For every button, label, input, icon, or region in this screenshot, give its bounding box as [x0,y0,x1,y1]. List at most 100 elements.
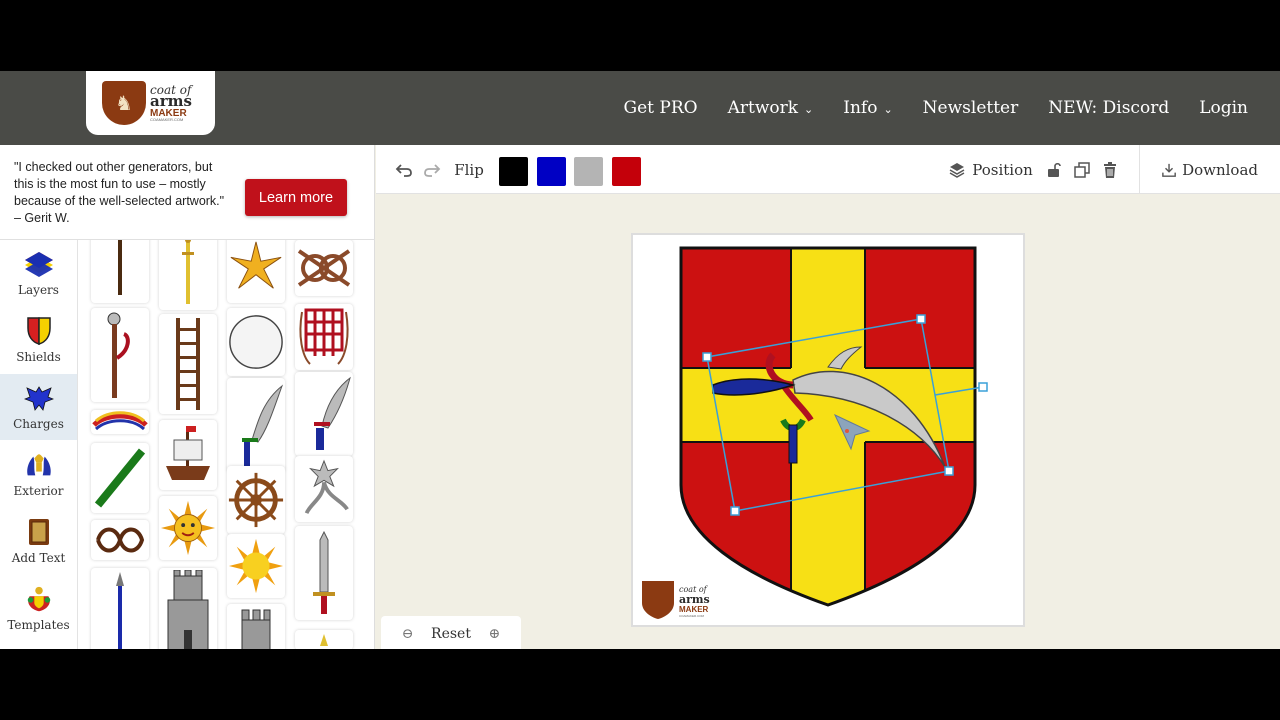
book-icon [24,517,54,547]
nav-discord[interactable]: NEW: Discord [1048,98,1169,118]
sidebar-label: Templates [7,618,70,632]
zoom-out-icon[interactable]: ⊖ [402,626,414,642]
main-nav: Get PRO Artwork ⌄ Info ⌄ Newsletter NEW: D… [624,71,1248,145]
nav-label: Artwork [727,98,799,118]
charge-staff[interactable] [91,240,149,303]
charge-sun-face[interactable] [159,496,217,560]
trash-icon [1104,161,1116,178]
charge-roundel-white[interactable] [227,308,285,376]
nav-get-pro[interactable]: Get PRO [624,98,698,118]
sidebar-label: Add Text [11,551,66,565]
redo-icon [424,163,441,177]
mantling-icon [24,450,54,480]
charge-partial[interactable] [295,630,353,649]
charge-tower[interactable] [159,568,217,649]
testimonial-box: "I checked out other generators, but thi… [0,145,375,240]
layers-icon [24,249,54,279]
color-swatch-silver[interactable] [574,157,603,186]
logo-line-4: COAMAKER.COM [150,116,184,122]
resize-handle[interactable] [702,352,712,362]
position-button[interactable]: Position [949,145,1033,194]
flip-label: Flip [454,160,484,179]
zoom-controls: ⊖ Reset ⊕ [381,616,521,649]
nav-login[interactable]: Login [1199,98,1248,118]
sidebar-label: Layers [18,283,59,297]
charge-spear[interactable] [91,568,149,649]
nav-label: Info [843,98,878,118]
download-button[interactable]: Download [1162,145,1258,194]
tool-sidebar: Layers Shields Charges Exterior Add Text… [0,240,78,649]
delete-button[interactable] [1099,145,1121,194]
chevron-down-icon: ⌄ [804,102,814,116]
undo-icon [395,163,412,177]
crest-icon [24,584,54,614]
charge-scimitar-1[interactable] [227,378,285,472]
learn-more-button[interactable]: Learn more [245,179,347,216]
site-header: ♞ coat of arms MAKER COAMAKER.COM Get PR… [0,71,1280,145]
sidebar-item-shields[interactable]: Shields [0,307,77,373]
duplicate-icon [1074,161,1090,178]
rotate-handle[interactable] [978,382,988,392]
resize-handle[interactable] [916,314,926,324]
charge-portcullis[interactable] [295,304,353,370]
chevron-down-icon: ⌄ [883,102,893,116]
testimonial-quote: "I checked out other generators, but thi… [14,160,225,225]
unlock-button[interactable] [1043,145,1065,194]
nav-newsletter[interactable]: Newsletter [923,98,1019,118]
charge-tower-small[interactable] [227,604,285,649]
charge-spur[interactable] [295,456,353,522]
app-window: ♞ coat of arms MAKER COAMAKER.COM Get PR… [0,71,1280,649]
nav-label: NEW: Discord [1048,98,1170,118]
charge-wheel[interactable] [227,466,285,534]
color-swatch-red[interactable] [612,157,641,186]
sidebar-item-layers[interactable]: Layers [0,240,77,306]
resize-handle[interactable] [730,506,740,516]
left-panel: "I checked out other generators, but thi… [0,145,375,649]
coat-of-arms-preview: coat of arms MAKER COAMAKER.COM [642,246,988,619]
charge-crozier[interactable] [91,308,149,402]
layers-stack-icon [949,162,965,178]
logo-line-2: arms [150,92,192,111]
sidebar-item-add-text[interactable]: Add Text [0,508,77,574]
watermark-line-3: MAKER [679,605,709,614]
charge-sword-gold[interactable] [159,240,217,310]
undo-button[interactable] [390,145,418,194]
charges-gallery [85,240,370,649]
charge-ladder[interactable] [159,314,217,414]
letterbox-top [0,0,1280,71]
duplicate-button[interactable] [1071,145,1093,194]
charge-scroll[interactable] [91,410,149,434]
sidebar-label: Exterior [13,484,64,498]
charge-knot[interactable] [91,520,149,560]
nav-label: Login [1199,98,1248,118]
sidebar-label: Shields [16,350,61,364]
flip-button[interactable]: Flip [452,145,486,194]
zoom-in-icon[interactable]: ⊕ [488,626,500,642]
download-label: Download [1182,160,1258,179]
position-label: Position [972,160,1033,179]
download-icon [1162,163,1176,177]
charge-bend[interactable] [91,443,149,513]
nav-artwork[interactable]: Artwork ⌄ [728,98,814,118]
sidebar-item-charges[interactable]: Charges [0,374,77,440]
reset-button[interactable]: Reset [431,626,471,642]
charge-knot-brown[interactable] [295,240,353,296]
logo-text: coat of arms MAKER COAMAKER.COM [150,84,192,122]
resize-handle[interactable] [944,466,954,476]
editor-toolbar: Flip Position Download [376,145,1280,194]
nav-info[interactable]: Info ⌄ [843,98,892,118]
coat-of-arms-canvas[interactable]: coat of arms MAKER COAMAKER.COM [631,233,1025,627]
charge-sun[interactable] [227,534,285,598]
redo-button[interactable] [418,145,446,194]
shield-icon [24,316,54,346]
charge-ship[interactable] [159,420,217,490]
charge-sword[interactable] [295,526,353,620]
sidebar-item-templates[interactable]: Templates [0,575,77,641]
color-swatch-black[interactable] [499,157,528,186]
sidebar-item-exterior[interactable]: Exterior [0,441,77,507]
charge-scimitar-2[interactable] [295,372,353,456]
nav-label: Newsletter [922,98,1019,118]
charge-star-gold[interactable] [227,240,285,303]
site-logo[interactable]: ♞ coat of arms MAKER COAMAKER.COM [86,71,215,135]
color-swatch-blue[interactable] [537,157,566,186]
